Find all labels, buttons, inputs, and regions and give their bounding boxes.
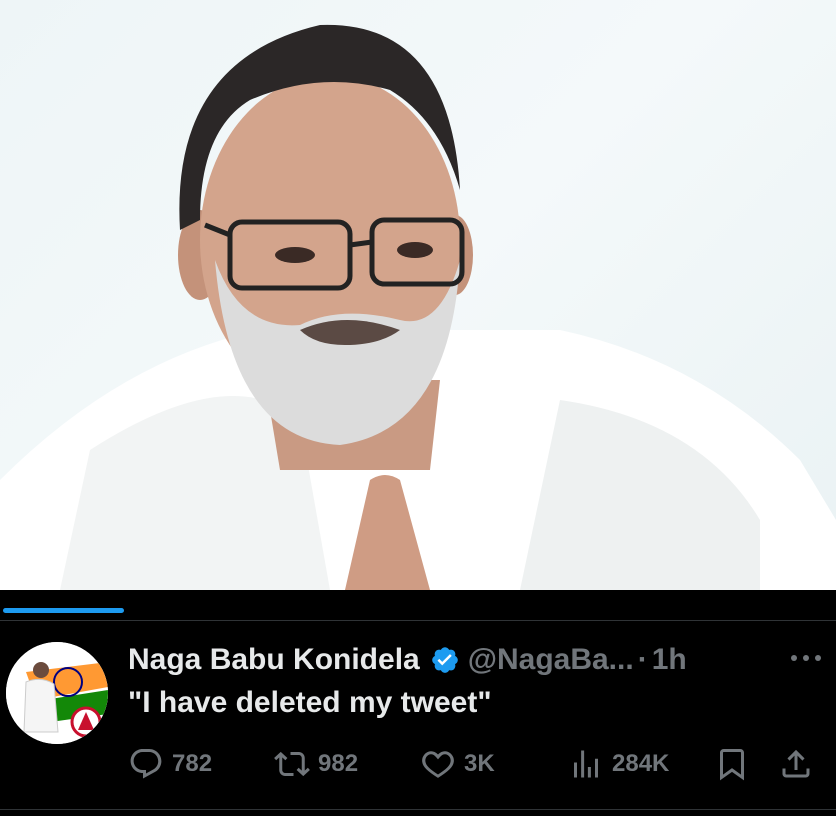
reply-icon (130, 749, 162, 779)
separator-dot: · (637, 643, 648, 676)
timestamp[interactable]: 1h (652, 643, 687, 677)
verified-badge-icon (430, 645, 460, 675)
portrait-illustration (0, 24, 836, 590)
author-name[interactable]: Naga Babu Konidela (128, 643, 420, 677)
share-button[interactable] (778, 742, 822, 786)
bookmark-button[interactable] (714, 742, 758, 786)
like-icon (422, 751, 454, 778)
tweet-actions: 782 982 3K 284K (128, 742, 828, 786)
views-icon (574, 750, 598, 778)
views-button[interactable]: 284K (568, 742, 669, 786)
views-count: 284K (612, 750, 670, 777)
like-button[interactable]: 3K (420, 742, 495, 786)
share-icon (782, 749, 810, 778)
tweet-text: "I have deleted my tweet" (128, 686, 492, 719)
divider (0, 620, 836, 621)
bottom-divider (0, 809, 836, 810)
author-handle[interactable]: @NagaBa... (468, 643, 634, 677)
more-icon[interactable] (788, 646, 824, 670)
bookmark-icon (720, 749, 744, 781)
like-count: 3K (464, 750, 495, 777)
repost-button[interactable]: 982 (274, 742, 358, 786)
video-progress-track[interactable] (0, 590, 836, 620)
avatar-image (6, 642, 108, 744)
reply-count: 782 (172, 750, 213, 777)
tweet-header: Naga Babu Konidela @NagaBa... · 1h (128, 640, 687, 680)
repost-count: 982 (318, 750, 359, 777)
reply-button[interactable]: 782 (128, 742, 212, 786)
avatar[interactable] (6, 642, 108, 744)
repost-icon (274, 751, 310, 777)
video-progress-bar (3, 608, 124, 613)
tweet-media-image[interactable] (0, 0, 836, 590)
